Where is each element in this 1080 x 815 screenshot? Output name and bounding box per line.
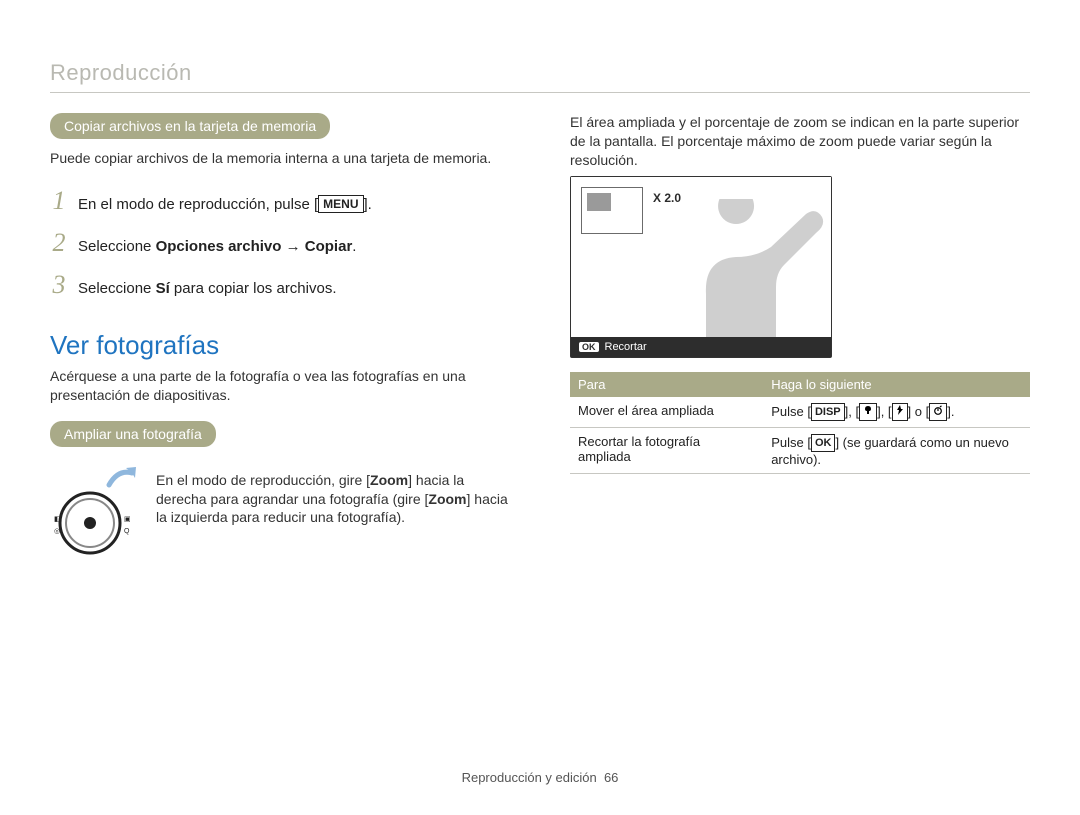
text: Pulse [ [771, 435, 811, 450]
text: ] o [ [908, 404, 930, 419]
svg-text:Q: Q [124, 528, 130, 535]
bold-text: Zoom [370, 472, 408, 488]
subsection-pill-zoom: Ampliar una fotografía [50, 421, 216, 447]
menu-button-label: MENU [318, 195, 363, 213]
text: En el modo de reproducción, pulse [ [78, 196, 318, 213]
text: para copiar los archivos. [170, 280, 337, 297]
ok-button-label: OK [811, 434, 836, 452]
manual-page: Reproducción Copiar archivos en la tarje… [0, 0, 1080, 815]
section-header: Reproducción [50, 60, 1030, 86]
text: ], [ [845, 404, 859, 419]
header-divider [50, 92, 1030, 93]
rotate-arrow-icon [106, 467, 136, 489]
text: Seleccione [78, 280, 156, 297]
table-header-action: Haga lo siguiente [763, 372, 1030, 397]
page-number: 66 [604, 770, 618, 785]
screen-bottom-bar: OK Recortar [571, 337, 831, 357]
text: . [352, 238, 356, 255]
step-text: En el modo de reproducción, pulse [MENU]… [78, 195, 372, 213]
text: En el modo de reproducción, gire [ [156, 472, 370, 488]
child-silhouette-icon [666, 199, 831, 337]
camera-screen-illustration: X 2.0 OK Recortar [570, 176, 832, 358]
bold-text: Sí [156, 280, 170, 297]
step-number: 3 [50, 270, 68, 300]
zoom-dial-illustration: ◧ ◎ ▣ Q [50, 471, 140, 566]
zoom-area-explainer: El área ampliada y el porcentaje de zoom… [570, 113, 1030, 170]
left-column: Copiar archivos en la tarjeta de memoria… [50, 113, 510, 566]
subsection-pill-copy: Copiar archivos en la tarjeta de memoria [50, 113, 330, 139]
screen-content: X 2.0 [571, 177, 831, 337]
step-1: 1 En el modo de reproducción, pulse [MEN… [50, 186, 510, 216]
step-3: 3 Seleccione Sí para copiar los archivos… [50, 270, 510, 300]
bold-text: Opciones archivo → Copiar [156, 238, 353, 255]
svg-text:◧: ◧ [54, 516, 61, 523]
cell-action: Pulse [OK] (se guardará como un nuevo ar… [763, 427, 1030, 473]
timer-button-icon [929, 403, 947, 421]
bold-text: Zoom [428, 491, 466, 507]
zoom-navigator-box [581, 187, 643, 234]
disp-button-label: DISP [811, 403, 845, 421]
steps-list: 1 En el modo de reproducción, pulse [MEN… [50, 186, 510, 300]
zoom-viewport-indicator [587, 193, 611, 211]
text: ], [ [877, 404, 891, 419]
svg-text:▣: ▣ [124, 516, 131, 523]
cell-action: Pulse [DISP], [ ], [ ] o [ ]. [763, 397, 1030, 428]
cell-task: Recortar la fotografía ampliada [570, 427, 763, 473]
flash-button-icon [892, 403, 908, 421]
zoom-instruction-text: En el modo de reproducción, gire [Zoom] … [156, 471, 510, 566]
svg-text:◎: ◎ [54, 528, 60, 535]
step-number: 2 [50, 228, 68, 258]
text: ]. [947, 404, 954, 419]
intro-view-photos: Acérquese a una parte de la fotografía o… [50, 367, 510, 405]
crop-label: Recortar [605, 341, 647, 353]
text: Pulse [ [771, 404, 811, 419]
page-footer: Reproducción y edición 66 [0, 770, 1080, 785]
right-column: El área ampliada y el porcentaje de zoom… [570, 113, 1030, 566]
instruction-table: Para Haga lo siguiente Mover el área amp… [570, 372, 1030, 474]
section-title-view-photos: Ver fotografías [50, 330, 510, 361]
footer-section: Reproducción y edición [462, 770, 597, 785]
zoom-instruction-row: ◧ ◎ ▣ Q En el modo de reproducción, gire… [50, 471, 510, 566]
step-text: Seleccione Opciones archivo → Copiar. [78, 238, 356, 255]
text: Seleccione [78, 238, 156, 255]
step-number: 1 [50, 186, 68, 216]
ok-button-indicator: OK [579, 342, 599, 352]
step-2: 2 Seleccione Opciones archivo → Copiar. [50, 228, 510, 258]
text: ]. [364, 196, 372, 213]
two-column-layout: Copiar archivos en la tarjeta de memoria… [50, 113, 1030, 566]
intro-copy-files: Puede copiar archivos de la memoria inte… [50, 149, 510, 168]
cell-task: Mover el área ampliada [570, 397, 763, 428]
macro-button-icon [859, 403, 877, 421]
table-row: Mover el área ampliada Pulse [DISP], [ ]… [570, 397, 1030, 428]
step-text: Seleccione Sí para copiar los archivos. [78, 280, 337, 297]
table-header-para: Para [570, 372, 763, 397]
table-row: Recortar la fotografía ampliada Pulse [O… [570, 427, 1030, 473]
